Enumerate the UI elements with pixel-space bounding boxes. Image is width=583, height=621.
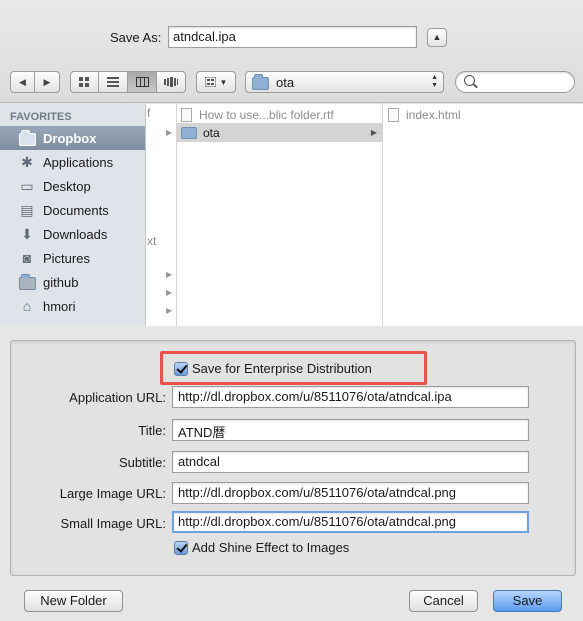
title-field[interactable]: ATND暦: [172, 419, 529, 441]
search-input[interactable]: [455, 71, 575, 93]
sidebar-item-hmori[interactable]: ⌂ hmori: [0, 294, 145, 318]
file-row[interactable]: How to use...blic folder.rtf: [177, 105, 382, 124]
save-as-input[interactable]: atndcal.ipa: [168, 26, 417, 48]
sidebar-item-label: Desktop: [43, 178, 91, 194]
file-name: How to use...blic folder.rtf: [199, 107, 334, 122]
forward-arrow-icon: ▶: [43, 76, 51, 87]
disclosure-triangle-icon: ▶: [166, 270, 173, 279]
application-url-field[interactable]: http://dl.dropbox.com/u/8511076/ota/atnd…: [172, 386, 529, 408]
sidebar-item-desktop[interactable]: ▭ Desktop: [0, 174, 145, 198]
sidebar-heading: FAVORITES: [10, 111, 72, 123]
coverflow-view-icon: [164, 77, 178, 87]
view-mode-control: [70, 71, 186, 93]
document-icon: [181, 107, 192, 122]
back-forward-control: ◀ ▶: [10, 71, 60, 93]
sidebar-item-label: Documents: [43, 202, 109, 218]
sidebar-item-label: github: [43, 274, 79, 290]
sidebar-item-pictures[interactable]: ◙ Pictures: [0, 246, 145, 270]
column-view-icon: [135, 77, 149, 87]
folder-name: ota: [203, 125, 220, 140]
large-image-url-label: Large Image URL:: [59, 486, 166, 501]
column-fragment: xt: [147, 234, 157, 248]
sidebar-item-label: Downloads: [43, 226, 108, 242]
chevron-down-icon: ▼: [219, 77, 228, 87]
updown-arrows-icon: ▲ ▼: [431, 74, 438, 89]
save-button[interactable]: Save: [493, 590, 562, 612]
sidebar-item-label: hmori: [43, 298, 76, 314]
column-divider: [382, 104, 383, 326]
list-view-button[interactable]: [99, 71, 128, 93]
folder-icon: [18, 129, 36, 146]
column-view-button[interactable]: [128, 71, 157, 93]
disclosure-triangle-icon: ▶: [166, 306, 173, 315]
location-popup[interactable]: ota ▲ ▼: [245, 71, 444, 93]
downloads-icon: ⬇: [21, 225, 33, 242]
documents-icon: ▤: [20, 201, 34, 218]
checkbox-label: Add Shine Effect to Images: [192, 540, 350, 555]
icon-view-icon: [79, 77, 89, 87]
shine-effect-checkbox[interactable]: Add Shine Effect to Images: [174, 540, 349, 555]
folder-icon: [252, 73, 269, 90]
sidebar-item-label: Applications: [43, 154, 114, 170]
applications-icon: ✱: [21, 153, 33, 170]
small-image-url-field[interactable]: http://dl.dropbox.com/u/8511076/ota/atnd…: [172, 511, 529, 533]
sidebar-item-downloads[interactable]: ⬇ Downloads: [0, 222, 145, 246]
checkbox-label: Save for Enterprise Distribution: [192, 361, 372, 376]
sidebar-item-documents[interactable]: ▤ Documents: [0, 198, 145, 222]
folder-row-ota[interactable]: ota ▶: [177, 123, 382, 142]
large-image-url-field[interactable]: http://dl.dropbox.com/u/8511076/ota/atnd…: [172, 482, 529, 504]
file-row[interactable]: index.html: [384, 105, 583, 124]
folder-icon: [18, 273, 36, 290]
subtitle-field[interactable]: atndcal: [172, 451, 529, 473]
disclosure-arrow-icon: ▶: [370, 128, 377, 137]
new-folder-button[interactable]: New Folder: [24, 590, 123, 612]
pictures-icon: ◙: [22, 250, 32, 266]
sidebar: FAVORITES Dropbox ✱ Applications ▭ Deskt…: [0, 104, 145, 326]
enterprise-distribution-checkbox[interactable]: Save for Enterprise Distribution: [174, 361, 372, 376]
column-browser: f xt ▶ ▶ ▶ ▶ How to use...blic folder.rt…: [145, 104, 583, 326]
location-value: ota: [276, 74, 295, 90]
cancel-button[interactable]: Cancel: [409, 590, 478, 612]
title-label: Title:: [138, 423, 166, 438]
icon-view-button[interactable]: [70, 71, 99, 93]
save-as-label: Save As:: [110, 30, 162, 45]
list-view-icon: [107, 77, 119, 87]
desktop-icon: ▭: [20, 177, 34, 194]
forward-button[interactable]: ▶: [35, 71, 60, 93]
sidebar-item-github[interactable]: github: [0, 270, 145, 294]
sidebar-item-dropbox[interactable]: Dropbox: [0, 126, 145, 150]
disclosure-triangle-icon: ▶: [166, 288, 173, 297]
arrange-popup[interactable]: ▼: [196, 71, 236, 93]
arrange-grid-icon: [204, 77, 216, 87]
folder-icon: [181, 126, 197, 139]
checkmark-icon: [174, 540, 188, 555]
sidebar-item-label: Dropbox: [43, 130, 97, 146]
coverflow-view-button[interactable]: [157, 71, 186, 93]
collapse-dialog-button[interactable]: ▲: [427, 28, 447, 47]
disclosure-triangle-icon: ▶: [166, 128, 173, 137]
home-icon: ⌂: [22, 298, 32, 314]
sidebar-item-label: Pictures: [43, 250, 90, 266]
subtitle-label: Subtitle:: [119, 455, 166, 470]
search-icon: [464, 75, 475, 86]
checkmark-icon: [174, 361, 188, 376]
sidebar-item-applications[interactable]: ✱ Applications: [0, 150, 145, 174]
application-url-label: Application URL:: [69, 390, 166, 405]
save-dialog-header: Save As: atndcal.ipa ▲ ◀ ▶ ▼ ota ▲ ▼: [0, 0, 583, 103]
chevron-up-icon: ▲: [432, 32, 442, 42]
file-name: index.html: [406, 107, 461, 122]
small-image-url-label: Small Image URL:: [60, 516, 166, 531]
back-arrow-icon: ◀: [19, 76, 26, 87]
html-file-icon: [388, 107, 399, 122]
column-fragment: f: [147, 106, 151, 120]
back-button[interactable]: ◀: [10, 71, 35, 93]
